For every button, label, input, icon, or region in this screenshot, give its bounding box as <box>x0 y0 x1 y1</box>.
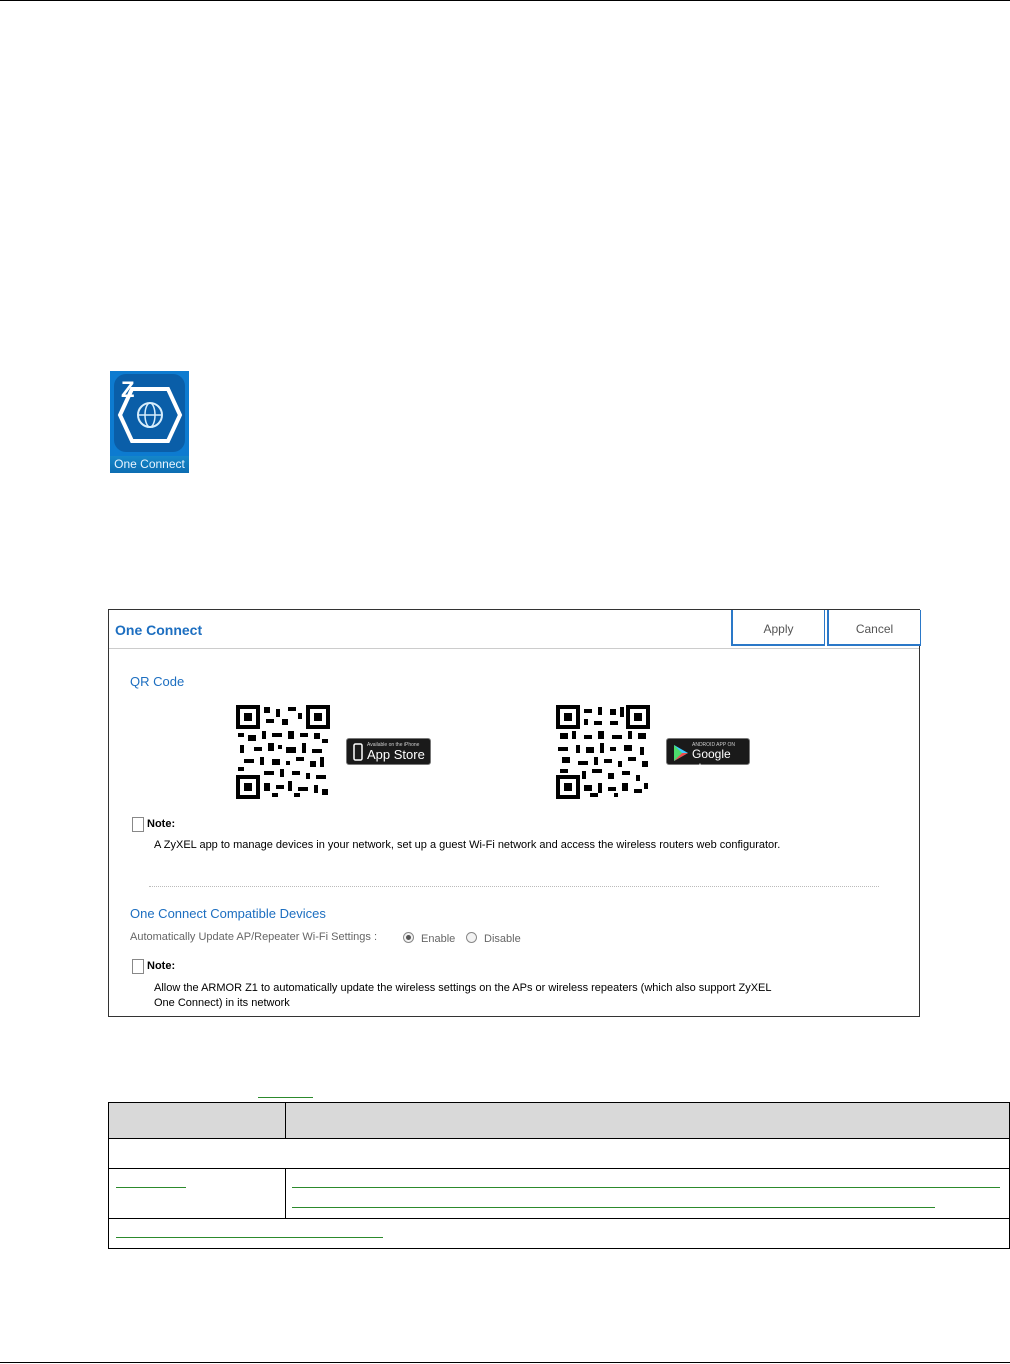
enable-radio[interactable] <box>403 932 414 943</box>
panel-title: One Connect <box>115 622 203 638</box>
app-store-qr-code <box>236 705 330 799</box>
table-header-row <box>108 1102 1010 1139</box>
table-cell <box>285 1168 1010 1219</box>
table-row <box>108 1138 1010 1169</box>
google-play-badge[interactable]: ANDROID APP ON Google play <box>666 738 750 775</box>
qr-code-section-title: QR Code <box>130 674 185 689</box>
cross-reference-link[interactable] <box>258 1097 313 1098</box>
section-divider <box>149 886 879 887</box>
google-play-icon <box>674 745 688 761</box>
table-header-cell <box>108 1102 286 1139</box>
table-cell <box>108 1138 1010 1169</box>
table-row <box>108 1218 1010 1249</box>
app-store-text: App Store <box>367 747 425 762</box>
disable-radio[interactable] <box>466 932 477 943</box>
note-label: Note: <box>147 818 176 830</box>
app-icon-label: One Connect <box>110 456 189 473</box>
google-play-qr-code <box>556 705 650 799</box>
table-link[interactable] <box>116 1237 383 1238</box>
google-play-text: Google play <box>692 747 731 775</box>
note-label: Note: <box>147 960 176 972</box>
enable-label: Enable <box>421 933 456 945</box>
one-connect-panel: One Connect Apply Cancel QR Code Availab… <box>108 609 921 1017</box>
note-icon <box>132 959 144 974</box>
note-text-line-2: One Connect) in its network <box>154 997 290 1009</box>
table-row <box>108 1168 1010 1219</box>
compatible-devices-section-title: One Connect Compatible Devices <box>130 906 326 921</box>
table-cell <box>108 1168 286 1219</box>
disable-label: Disable <box>484 933 521 945</box>
cancel-button[interactable]: Cancel <box>827 610 921 646</box>
footer-rule <box>0 1362 1010 1363</box>
one-connect-app-icon: Z One Connect <box>110 371 189 473</box>
iphone-icon <box>353 743 363 761</box>
app-store-badge[interactable]: Available on the iPhone App Store <box>346 738 431 765</box>
auto-update-label: Automatically Update AP/Repeater Wi-Fi S… <box>130 931 377 943</box>
field-description-table <box>108 1102 1010 1249</box>
table-link[interactable] <box>292 1207 935 1208</box>
note-text-line-1: Allow the ARMOR Z1 to automatically upda… <box>154 982 772 994</box>
table-link[interactable] <box>116 1187 186 1188</box>
table-cell <box>108 1218 1010 1249</box>
header-rule <box>0 0 1010 1</box>
globe-icon: Z <box>117 377 183 443</box>
note-icon <box>132 817 144 832</box>
table-link[interactable] <box>292 1187 1000 1188</box>
apply-button[interactable]: Apply <box>731 610 825 646</box>
note-text: A ZyXEL app to manage devices in your ne… <box>154 839 781 851</box>
panel-header-divider <box>109 648 919 649</box>
table-header-cell <box>285 1102 1010 1139</box>
